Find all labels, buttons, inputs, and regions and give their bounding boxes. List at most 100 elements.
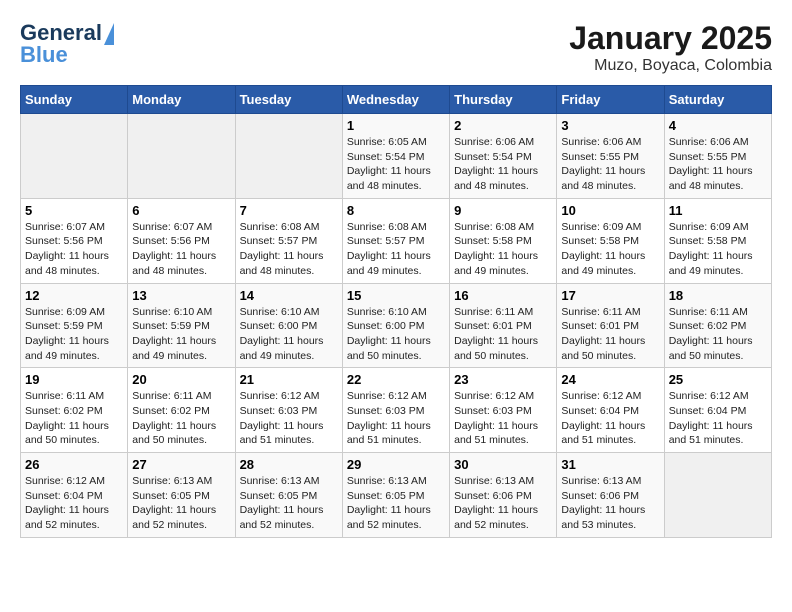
day-info: Sunrise: 6:10 AM Sunset: 6:00 PM Dayligh…	[240, 305, 338, 364]
day-info: Sunrise: 6:09 AM Sunset: 5:58 PM Dayligh…	[561, 220, 659, 279]
calendar-cell: 5Sunrise: 6:07 AM Sunset: 5:56 PM Daylig…	[21, 198, 128, 283]
calendar-cell: 21 Sunrise: 6:12 AM Sunset: 6:03 PM Dayli…	[235, 368, 342, 453]
day-info: Sunrise: 6:07 AM Sunset: 5:56 PM Dayligh…	[132, 220, 230, 279]
day-info: Sunrise: 6:13 AM Sunset: 6:06 PM Dayligh…	[561, 474, 659, 533]
calendar-week-row: 26 Sunrise: 6:12 AM Sunset: 6:04 PM Dayli…	[21, 453, 772, 538]
weekday-header: Monday	[128, 86, 235, 114]
calendar-cell: 30 Sunrise: 6:13 AM Sunset: 6:06 PM Dayli…	[450, 453, 557, 538]
calendar-cell: 16Sunrise: 6:11 AM Sunset: 6:01 PM Dayli…	[450, 283, 557, 368]
day-number: 28	[240, 457, 338, 472]
day-number: 12	[25, 288, 123, 303]
logo-blue: Blue	[20, 42, 68, 68]
calendar-table: SundayMondayTuesdayWednesdayThursdayFrid…	[20, 85, 772, 538]
calendar-cell: 9 Sunrise: 6:08 AM Sunset: 5:58 PM Daylig…	[450, 198, 557, 283]
day-info: Sunrise: 6:08 AM Sunset: 5:57 PM Dayligh…	[347, 220, 445, 279]
day-number: 30	[454, 457, 552, 472]
calendar-cell: 28 Sunrise: 6:13 AM Sunset: 6:05 PM Dayli…	[235, 453, 342, 538]
calendar-cell: 31 Sunrise: 6:13 AM Sunset: 6:06 PM Dayli…	[557, 453, 664, 538]
day-number: 22	[347, 372, 445, 387]
day-info: Sunrise: 6:11 AM Sunset: 6:02 PM Dayligh…	[132, 389, 230, 448]
day-number: 21	[240, 372, 338, 387]
day-info: Sunrise: 6:05 AM Sunset: 5:54 PM Dayligh…	[347, 135, 445, 194]
day-info: Sunrise: 6:06 AM Sunset: 5:55 PM Dayligh…	[669, 135, 767, 194]
calendar-week-row: 1 Sunrise: 6:05 AM Sunset: 5:54 PM Daylig…	[21, 114, 772, 199]
day-number: 3	[561, 118, 659, 133]
day-info: Sunrise: 6:12 AM Sunset: 6:04 PM Dayligh…	[561, 389, 659, 448]
day-number: 23	[454, 372, 552, 387]
day-info: Sunrise: 6:12 AM Sunset: 6:04 PM Dayligh…	[669, 389, 767, 448]
calendar-cell: 8 Sunrise: 6:08 AM Sunset: 5:57 PM Daylig…	[342, 198, 449, 283]
day-info: Sunrise: 6:13 AM Sunset: 6:06 PM Dayligh…	[454, 474, 552, 533]
day-info: Sunrise: 6:09 AM Sunset: 5:58 PM Dayligh…	[669, 220, 767, 279]
day-info: Sunrise: 6:11 AM Sunset: 6:01 PM Dayligh…	[454, 305, 552, 364]
calendar-cell: 15 Sunrise: 6:10 AM Sunset: 6:00 PM Dayli…	[342, 283, 449, 368]
calendar-cell: 20 Sunrise: 6:11 AM Sunset: 6:02 PM Dayli…	[128, 368, 235, 453]
day-number: 17	[561, 288, 659, 303]
calendar-cell: 6Sunrise: 6:07 AM Sunset: 5:56 PM Daylig…	[128, 198, 235, 283]
day-info: Sunrise: 6:12 AM Sunset: 6:03 PM Dayligh…	[347, 389, 445, 448]
day-info: Sunrise: 6:11 AM Sunset: 6:02 PM Dayligh…	[669, 305, 767, 364]
day-info: Sunrise: 6:13 AM Sunset: 6:05 PM Dayligh…	[240, 474, 338, 533]
calendar-cell: 7 Sunrise: 6:08 AM Sunset: 5:57 PM Daylig…	[235, 198, 342, 283]
day-info: Sunrise: 6:06 AM Sunset: 5:54 PM Dayligh…	[454, 135, 552, 194]
day-number: 19	[25, 372, 123, 387]
calendar-cell: 27 Sunrise: 6:13 AM Sunset: 6:05 PM Dayli…	[128, 453, 235, 538]
day-info: Sunrise: 6:10 AM Sunset: 5:59 PM Dayligh…	[132, 305, 230, 364]
day-number: 5	[25, 203, 123, 218]
day-info: Sunrise: 6:10 AM Sunset: 6:00 PM Dayligh…	[347, 305, 445, 364]
calendar-cell: 10Sunrise: 6:09 AM Sunset: 5:58 PM Dayli…	[557, 198, 664, 283]
day-number: 14	[240, 288, 338, 303]
weekday-header: Tuesday	[235, 86, 342, 114]
calendar-cell	[128, 114, 235, 199]
calendar-cell: 17 Sunrise: 6:11 AM Sunset: 6:01 PM Dayli…	[557, 283, 664, 368]
day-number: 27	[132, 457, 230, 472]
day-info: Sunrise: 6:13 AM Sunset: 6:05 PM Dayligh…	[132, 474, 230, 533]
day-info: Sunrise: 6:13 AM Sunset: 6:05 PM Dayligh…	[347, 474, 445, 533]
calendar-cell: 13Sunrise: 6:10 AM Sunset: 5:59 PM Dayli…	[128, 283, 235, 368]
day-number: 18	[669, 288, 767, 303]
day-number: 24	[561, 372, 659, 387]
day-info: Sunrise: 6:12 AM Sunset: 6:04 PM Dayligh…	[25, 474, 123, 533]
weekday-header: Sunday	[21, 86, 128, 114]
calendar-cell: 25 Sunrise: 6:12 AM Sunset: 6:04 PM Dayli…	[664, 368, 771, 453]
calendar-cell: 26 Sunrise: 6:12 AM Sunset: 6:04 PM Dayli…	[21, 453, 128, 538]
day-info: Sunrise: 6:11 AM Sunset: 6:01 PM Dayligh…	[561, 305, 659, 364]
day-number: 26	[25, 457, 123, 472]
day-info: Sunrise: 6:09 AM Sunset: 5:59 PM Dayligh…	[25, 305, 123, 364]
calendar-cell: 11 Sunrise: 6:09 AM Sunset: 5:58 PM Dayli…	[664, 198, 771, 283]
page-title: January 2025	[569, 20, 772, 57]
day-number: 20	[132, 372, 230, 387]
calendar-cell	[664, 453, 771, 538]
day-info: Sunrise: 6:12 AM Sunset: 6:03 PM Dayligh…	[240, 389, 338, 448]
day-number: 11	[669, 203, 767, 218]
day-number: 8	[347, 203, 445, 218]
calendar-cell: 18 Sunrise: 6:11 AM Sunset: 6:02 PM Dayli…	[664, 283, 771, 368]
weekday-header: Saturday	[664, 86, 771, 114]
calendar-cell: 22 Sunrise: 6:12 AM Sunset: 6:03 PM Dayli…	[342, 368, 449, 453]
weekday-header: Thursday	[450, 86, 557, 114]
calendar-cell: 14 Sunrise: 6:10 AM Sunset: 6:00 PM Dayli…	[235, 283, 342, 368]
title-block: January 2025 Muzo, Boyaca, Colombia	[569, 20, 772, 75]
day-number: 31	[561, 457, 659, 472]
weekday-header: Wednesday	[342, 86, 449, 114]
day-info: Sunrise: 6:06 AM Sunset: 5:55 PM Dayligh…	[561, 135, 659, 194]
calendar-cell: 4 Sunrise: 6:06 AM Sunset: 5:55 PM Daylig…	[664, 114, 771, 199]
day-number: 15	[347, 288, 445, 303]
day-number: 7	[240, 203, 338, 218]
calendar-cell: 19 Sunrise: 6:11 AM Sunset: 6:02 PM Dayli…	[21, 368, 128, 453]
day-info: Sunrise: 6:11 AM Sunset: 6:02 PM Dayligh…	[25, 389, 123, 448]
day-number: 4	[669, 118, 767, 133]
day-number: 1	[347, 118, 445, 133]
weekday-header: Friday	[557, 86, 664, 114]
day-info: Sunrise: 6:08 AM Sunset: 5:57 PM Dayligh…	[240, 220, 338, 279]
day-number: 9	[454, 203, 552, 218]
calendar-cell: 23Sunrise: 6:12 AM Sunset: 6:03 PM Dayli…	[450, 368, 557, 453]
logo: General Blue	[20, 20, 104, 68]
weekday-header-row: SundayMondayTuesdayWednesdayThursdayFrid…	[21, 86, 772, 114]
day-info: Sunrise: 6:08 AM Sunset: 5:58 PM Dayligh…	[454, 220, 552, 279]
day-number: 25	[669, 372, 767, 387]
calendar-cell: 29Sunrise: 6:13 AM Sunset: 6:05 PM Dayli…	[342, 453, 449, 538]
calendar-cell: 12 Sunrise: 6:09 AM Sunset: 5:59 PM Dayli…	[21, 283, 128, 368]
calendar-cell: 1 Sunrise: 6:05 AM Sunset: 5:54 PM Daylig…	[342, 114, 449, 199]
page-header: General Blue January 2025 Muzo, Boyaca, …	[20, 20, 772, 75]
